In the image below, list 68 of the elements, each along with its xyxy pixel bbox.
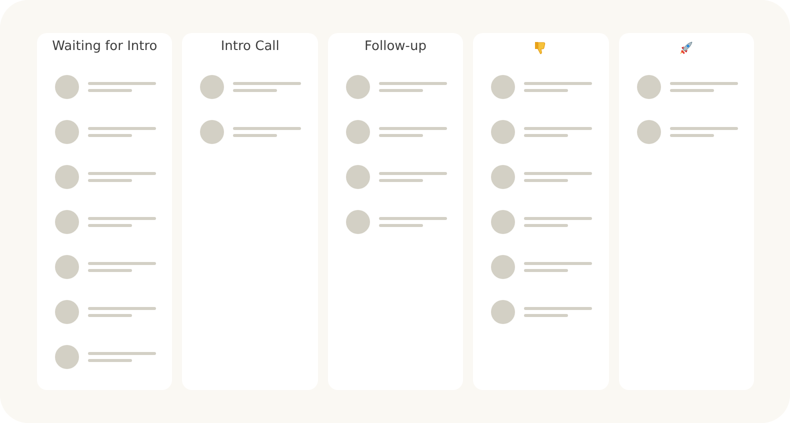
text-placeholder-line [670, 89, 714, 92]
avatar-placeholder [636, 120, 661, 144]
text-placeholder-line [378, 82, 447, 85]
text-placeholder-line [670, 82, 738, 85]
text-placeholder-line [233, 134, 278, 137]
avatar-placeholder [200, 120, 224, 144]
text-placeholder-line [88, 217, 156, 220]
avatar-placeholder [491, 75, 516, 99]
text-placeholder-line [524, 89, 568, 92]
avatar-placeholder [491, 255, 516, 279]
avatar-placeholder [346, 165, 370, 189]
text-placeholder-line [524, 217, 592, 220]
avatar-placeholder [491, 210, 516, 234]
text-placeholder-line [378, 172, 447, 175]
text-placeholder-line [524, 314, 568, 317]
text-placeholder-line [524, 224, 568, 227]
text-placeholder-line [88, 89, 132, 92]
text-placeholder-line [88, 314, 132, 317]
avatar-placeholder [55, 300, 79, 324]
text-placeholder-line [524, 269, 568, 272]
avatar-placeholder [346, 120, 370, 144]
text-placeholder-line [524, 262, 592, 265]
text-placeholder-line [88, 127, 156, 130]
text-placeholder-line [88, 224, 132, 227]
text-placeholder-line [378, 224, 423, 227]
avatar-placeholder [55, 255, 79, 279]
column-title: Follow-up [364, 38, 426, 56]
text-placeholder-line [524, 172, 592, 175]
text-placeholder-line [88, 352, 156, 355]
text-placeholder-line [233, 89, 278, 92]
text-placeholder-line [233, 82, 302, 85]
text-placeholder-line [233, 127, 302, 130]
avatar-placeholder [200, 75, 224, 99]
avatar-placeholder [346, 75, 370, 99]
text-placeholder-line [378, 127, 447, 130]
avatar-placeholder [55, 165, 79, 189]
text-placeholder-line [88, 262, 156, 265]
text-placeholder-line [524, 127, 592, 130]
text-placeholder-line [524, 307, 592, 310]
column-title: Intro Call [220, 38, 280, 56]
column-title: Waiting for Intro [52, 38, 158, 56]
avatar-placeholder [491, 120, 516, 144]
text-placeholder-line [88, 359, 132, 362]
avatar-placeholder [55, 345, 79, 369]
text-placeholder-line [670, 127, 738, 130]
text-placeholder-line [378, 134, 423, 137]
rocket-icon [679, 41, 694, 55]
text-placeholder-line [670, 134, 714, 137]
avatar-placeholder [55, 120, 79, 144]
avatar-placeholder [491, 165, 516, 189]
avatar-placeholder [55, 75, 79, 99]
avatar-placeholder [346, 210, 370, 234]
text-placeholder-line [88, 82, 156, 85]
text-placeholder-line [88, 172, 156, 175]
thumbs-down-icon [534, 41, 548, 55]
text-placeholder-line [378, 179, 423, 182]
text-placeholder-line [88, 307, 156, 310]
text-placeholder-line [88, 134, 132, 137]
avatar-placeholder [491, 300, 516, 324]
text-placeholder-line [378, 217, 447, 220]
text-placeholder-line [88, 179, 132, 182]
text-placeholder-line [524, 82, 592, 85]
text-placeholder-line [88, 269, 132, 272]
avatar-placeholder [55, 210, 79, 234]
text-placeholder-line [378, 89, 423, 92]
text-placeholder-line [524, 179, 568, 182]
text-placeholder-line [524, 134, 568, 137]
avatar-placeholder [636, 75, 661, 99]
